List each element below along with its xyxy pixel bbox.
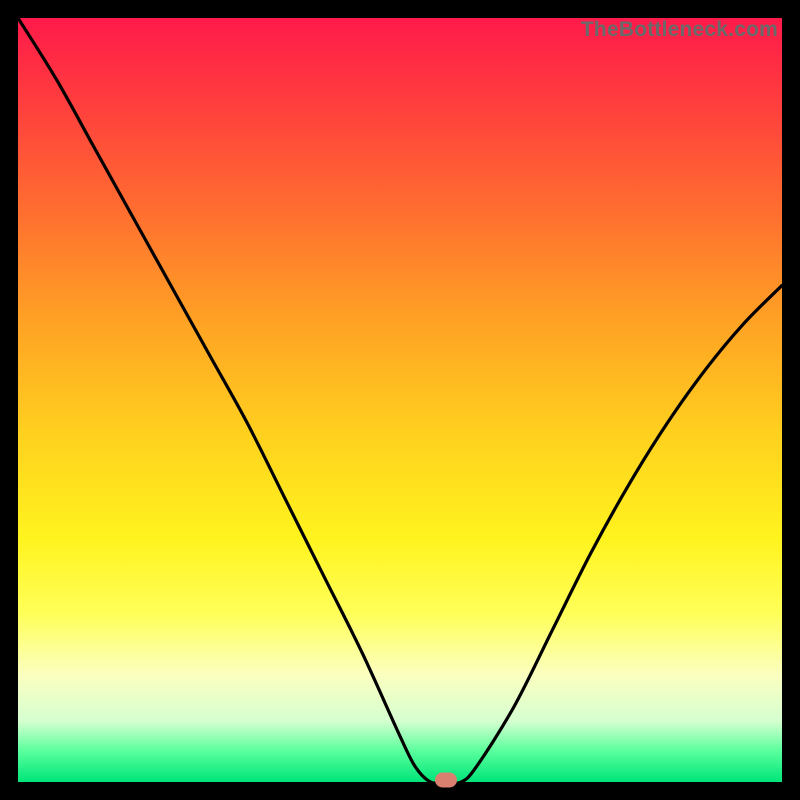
plot-area: TheBottleneck.com [18, 18, 782, 782]
bottleneck-curve [18, 18, 782, 782]
optimal-marker [435, 773, 457, 788]
chart-frame: TheBottleneck.com [0, 0, 800, 800]
